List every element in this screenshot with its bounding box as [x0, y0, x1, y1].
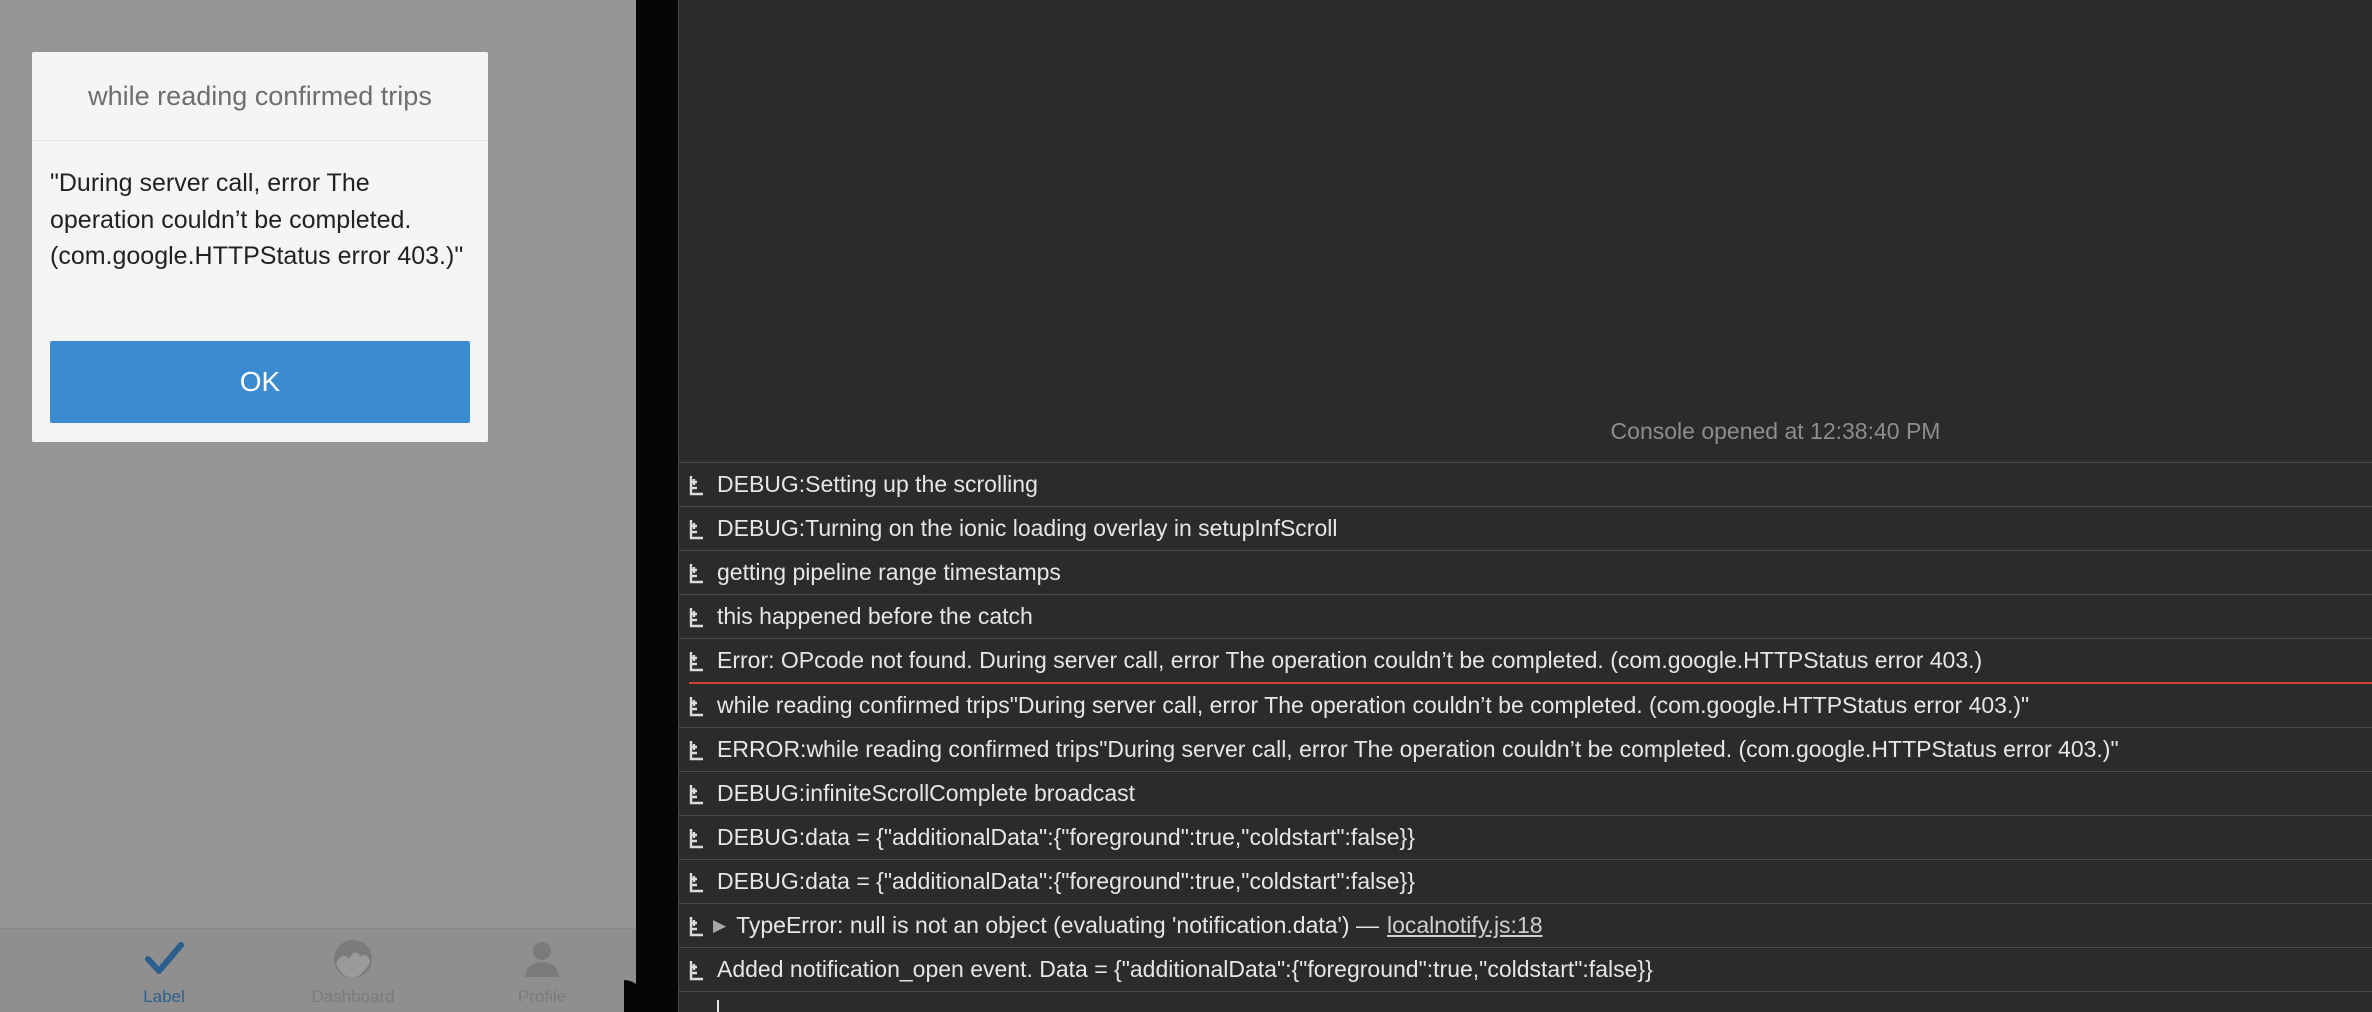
device-frame-edge	[636, 0, 678, 1012]
console-opened-message: Console opened at 12:38:40 PM	[1610, 418, 1941, 444]
tab-dashboard-text: Dashboard	[311, 987, 395, 1006]
console-panel: Console opened at 12:38:40 PM DEBUG:Sett…	[679, 0, 2372, 1012]
log-row[interactable]: ERROR:while reading confirmed trips"Duri…	[679, 728, 2372, 772]
console-log-list: DEBUG:Setting up the scrolling DEBUG:Tur…	[679, 463, 2372, 1012]
prompt-caret	[717, 1000, 719, 1012]
log-message: DEBUG:data = {"additionalData":{"foregro…	[717, 824, 1415, 850]
log-level-icon	[689, 696, 703, 716]
person-icon	[525, 942, 559, 977]
source-link[interactable]: localnotify.js:18	[1387, 912, 1543, 939]
ok-button[interactable]: OK	[50, 341, 470, 423]
log-message: DEBUG:infiniteScrollComplete broadcast	[717, 780, 1136, 806]
log-message: this happened before the catch	[717, 603, 1033, 629]
log-row[interactable]: DEBUG:Turning on the ionic loading overl…	[679, 507, 2372, 551]
log-level-icon	[689, 916, 703, 936]
disclosure-triangle-icon[interactable]: ▶	[713, 916, 726, 936]
log-level-icon	[689, 960, 703, 980]
log-row[interactable]: getting pipeline range timestamps	[679, 551, 2372, 595]
log-message: DEBUG:Turning on the ionic loading overl…	[717, 515, 1338, 541]
log-row[interactable]: DEBUG:data = {"additionalData":{"foregro…	[679, 816, 2372, 860]
log-level-icon	[689, 563, 703, 583]
log-level-icon	[689, 872, 703, 892]
app-screen: while reading confirmed trips "During se…	[0, 0, 636, 1012]
log-level-icon	[689, 607, 703, 627]
log-level-icon	[689, 828, 703, 848]
log-level-icon	[689, 475, 703, 495]
log-message: ERROR:while reading confirmed trips"Duri…	[717, 736, 2119, 762]
log-message: DEBUG:data = {"additionalData":{"foregro…	[717, 868, 1415, 894]
log-row[interactable]: Added notification_open event. Data = {"…	[679, 948, 2372, 992]
log-row-error[interactable]: Error: OPcode not found. During server c…	[689, 639, 2372, 684]
log-row[interactable]: DEBUG:Setting up the scrolling	[679, 463, 2372, 507]
alert-message: "During server call, error The operation…	[50, 169, 464, 270]
log-message: getting pipeline range timestamps	[717, 559, 1061, 585]
log-row[interactable]: ▶ TypeError: null is not an object (eval…	[679, 904, 2372, 948]
log-row[interactable]: while reading confirmed trips"During ser…	[679, 684, 2372, 728]
tab-label-text: Label	[143, 987, 185, 1006]
log-message: Error: OPcode not found. During server c…	[717, 647, 1983, 673]
tab-profile-text: Profile	[517, 987, 567, 1006]
dashboard-icon	[334, 940, 372, 978]
log-message: DEBUG:Setting up the scrolling	[717, 471, 1038, 497]
log-level-icon	[689, 519, 703, 539]
log-level-icon	[689, 740, 703, 760]
tab-dashboard[interactable]: Dashboard	[293, 937, 413, 1012]
alert-title: while reading confirmed trips	[32, 52, 488, 141]
log-row[interactable]: DEBUG:infiniteScrollComplete broadcast	[679, 772, 2372, 816]
tab-label[interactable]: Label	[104, 937, 224, 1012]
tab-profile[interactable]: Profile	[482, 937, 602, 1012]
console-prompt[interactable]	[679, 992, 2372, 1012]
log-message: Added notification_open event. Data = {"…	[717, 956, 1653, 982]
log-row[interactable]: DEBUG:data = {"additionalData":{"foregro…	[679, 860, 2372, 904]
alert-dialog: while reading confirmed trips "During se…	[32, 52, 488, 442]
log-message: while reading confirmed trips"During ser…	[717, 692, 2030, 718]
log-level-icon	[689, 651, 703, 671]
log-message: TypeError: null is not an object (evalua…	[736, 912, 1379, 938]
tab-bar: Label Dashboard Profile	[0, 928, 636, 1012]
log-row[interactable]: this happened before the catch	[679, 595, 2372, 639]
log-level-icon	[689, 784, 703, 804]
checkmark-icon	[145, 942, 184, 974]
